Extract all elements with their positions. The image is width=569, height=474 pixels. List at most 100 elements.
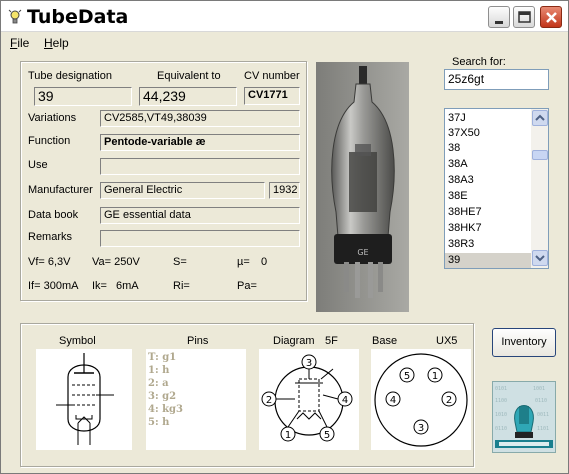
maximize-icon	[518, 11, 531, 23]
diagram-code: 5F	[325, 335, 338, 347]
base-pin-number: 5	[404, 371, 410, 382]
minimize-icon	[495, 21, 503, 24]
minimize-button[interactable]	[488, 6, 510, 28]
svg-text:0011: 0011	[537, 412, 549, 418]
app-logo: 0101 1001 1100 0110 1010 0011 0110 1101	[492, 381, 556, 453]
svg-text:1001: 1001	[533, 386, 545, 392]
list-item[interactable]: 38R3	[445, 237, 531, 252]
list-item[interactable]: 38	[445, 141, 531, 156]
if-value: If= 300mA	[28, 280, 79, 292]
databook-field[interactable]: GE essential data	[100, 207, 300, 224]
list-item[interactable]: 38E	[445, 189, 531, 204]
maximize-button[interactable]	[513, 6, 535, 28]
databook-label: Data book	[28, 209, 79, 221]
va-value: Va= 250V	[92, 256, 140, 268]
scroll-down-button[interactable]	[532, 250, 548, 266]
mu-value: 0	[261, 256, 268, 268]
remarks-label: Remarks	[28, 231, 73, 243]
cv-number-field[interactable]: CV1771	[244, 87, 300, 105]
base-pin-number: 2	[446, 395, 452, 406]
ri-value: Ri=	[173, 280, 190, 292]
manufacturer-label: Manufacturer	[28, 184, 93, 196]
ik-value: 6mA	[116, 280, 139, 292]
pin-entry: 4: kg3	[148, 404, 184, 415]
close-button[interactable]	[540, 6, 562, 28]
diagram-pin-number: 2	[266, 395, 272, 406]
list-item[interactable]: 38HK7	[445, 221, 531, 236]
inventory-button[interactable]: Inventory	[492, 328, 556, 357]
diagram-pin-number: 3	[306, 358, 312, 369]
list-item[interactable]: 38HE7	[445, 205, 531, 220]
svg-text:0101: 0101	[495, 386, 507, 392]
menu-help-label: elp	[52, 36, 69, 50]
function-field[interactable]: Pentode-variable æ	[100, 134, 300, 151]
use-label: Use	[28, 159, 48, 171]
diagram-box: 3 2 4 1 5	[259, 349, 359, 450]
list-item-selected[interactable]: 39	[445, 253, 531, 268]
pins-box: T: g1 1: h 2: a 3: g2 4: kg3 5: h	[146, 349, 246, 450]
year-field[interactable]: 1932	[269, 182, 300, 199]
equivalent-label: Equivalent to	[157, 70, 221, 82]
base-code: UX5	[436, 335, 458, 347]
remarks-field[interactable]	[100, 230, 300, 247]
base-label: Base	[372, 335, 398, 347]
function-label: Function	[28, 135, 71, 147]
symbol-label: Symbol	[59, 335, 96, 347]
scroll-up-button[interactable]	[532, 110, 548, 126]
vf-value: Vf= 6,3V	[28, 256, 71, 268]
mu-label: µ=	[237, 256, 250, 268]
variations-label: Variations	[28, 112, 77, 124]
search-input[interactable]: 25z6gt	[444, 69, 549, 90]
manufacturer-field[interactable]: General Electric	[100, 182, 265, 199]
base-pin-number: 4	[390, 395, 396, 406]
scroll-down-arrow-icon	[535, 255, 545, 262]
svg-text:1101: 1101	[537, 426, 549, 432]
list-scrollbar[interactable]	[531, 109, 548, 268]
designation-field[interactable]: 39	[34, 87, 132, 106]
menu-file[interactable]: File	[10, 36, 29, 50]
pin-diagram: 3 2 4 1 5	[261, 354, 353, 442]
tube-photo: GE	[316, 62, 409, 312]
base-box: 5 1 4 2 3	[371, 349, 471, 450]
pa-value: Pa=	[237, 280, 257, 292]
list-item[interactable]: 37X50	[445, 126, 531, 141]
tube-list[interactable]: 37J 37X50 38 38A 38A3 38E 38HE7 38HK7 38…	[444, 108, 549, 269]
base-pin-number: 3	[418, 423, 424, 434]
main-window: TubeData File Help Tube designation Equi…	[0, 0, 569, 474]
pin-entry: T: g1	[148, 352, 177, 363]
designation-label: Tube designation	[28, 70, 112, 82]
list-item[interactable]: 38A	[445, 157, 531, 172]
variations-field[interactable]: CV2585,VT49,38039	[100, 110, 300, 127]
diagram-label: Diagram	[273, 335, 315, 347]
svg-text:1100: 1100	[495, 398, 507, 404]
pin-entry: 2: a	[148, 378, 169, 389]
pin-entry: 1: h	[148, 365, 170, 376]
pin-entry: 5: h	[148, 417, 170, 428]
window-title: TubeData	[27, 6, 129, 28]
diagram-pin-number: 1	[285, 430, 291, 441]
use-field[interactable]	[100, 158, 300, 175]
svg-text:0110: 0110	[495, 426, 507, 432]
menu-bar: File Help	[1, 32, 568, 52]
symbol-box	[36, 349, 132, 450]
svg-text:GE: GE	[357, 248, 368, 257]
scroll-thumb[interactable]	[532, 150, 548, 160]
equivalent-field[interactable]: 44,239	[139, 87, 237, 106]
lightbulb-icon	[8, 9, 22, 24]
search-label: Search for:	[452, 56, 506, 68]
list-item[interactable]: 38A3	[445, 173, 531, 188]
cv-number-label: CV number	[244, 70, 300, 82]
menu-file-label: ile	[17, 36, 30, 50]
diagram-pin-number: 5	[324, 430, 330, 441]
close-icon	[546, 12, 557, 23]
base-pin-number: 1	[432, 371, 438, 382]
pentode-symbol	[56, 353, 114, 445]
svg-text:1010: 1010	[495, 412, 507, 418]
pin-entry: 3: g2	[148, 391, 177, 402]
ik-label: Ik=	[92, 280, 107, 292]
menu-help[interactable]: Help	[44, 36, 69, 50]
menu-help-accel: H	[44, 36, 53, 50]
title-bar[interactable]: TubeData	[1, 1, 568, 32]
s-value: S=	[173, 256, 187, 268]
list-item[interactable]: 37J	[445, 111, 531, 126]
